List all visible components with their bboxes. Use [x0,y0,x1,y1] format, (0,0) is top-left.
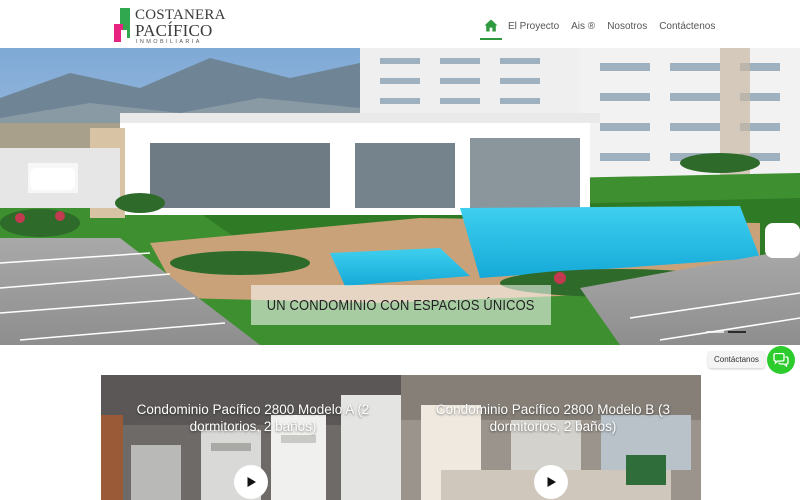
chat-button[interactable] [767,346,795,374]
nav-item-nosotros[interactable]: Nosotros [607,21,647,32]
chat-bubbles-icon [773,353,789,367]
logo-line-3: INMOBILIARIA [136,39,202,45]
page: COSTANERA PACÍFICO INMOBILIARIA El Proye… [0,0,800,500]
video-card-modelo-a[interactable]: Condominio Pacífico 2800 Modelo A (2 dor… [101,375,401,500]
play-button-b[interactable] [534,465,568,499]
slider-dots [706,331,746,333]
home-icon [484,19,498,32]
nav-item-ais[interactable]: Ais ® [571,21,595,32]
video-gallery: Condominio Pacífico 2800 Modelo A (2 dor… [101,375,701,500]
hero-caption: UN CONDOMINIO CON ESPACIOS ÚNICOS [251,285,551,325]
nav-item-el-proyecto[interactable]: El Proyecto [508,21,559,32]
slider-dot-1[interactable] [706,331,724,333]
play-icon [547,477,556,487]
hero-caption-text: UN CONDOMINIO CON ESPACIOS ÚNICOS [267,296,535,314]
video-title-a: Condominio Pacífico 2800 Modelo A (2 dor… [136,402,370,434]
hero-slider[interactable]: UN CONDOMINIO CON ESPACIOS ÚNICOS [0,48,800,345]
video-card-modelo-b[interactable]: Condominio Pacífico 2800 Modelo B (3 dor… [401,375,701,500]
slider-dot-2[interactable] [728,331,746,333]
main-nav: El Proyecto Ais ® Nosotros Contáctenos [480,19,727,40]
logo-line-2: PACÍFICO [135,21,213,40]
play-button-a[interactable] [234,465,268,499]
logo-mark-icon [114,8,132,44]
chat-widget: Contáctanos [706,346,800,374]
nav-home[interactable] [480,19,502,40]
nav-item-contactenos[interactable]: Contáctenos [659,21,715,32]
play-icon [247,477,256,487]
site-header: COSTANERA PACÍFICO INMOBILIARIA El Proye… [0,0,800,48]
video-title-b: Condominio Pacífico 2800 Modelo B (3 dor… [435,402,671,434]
nav-active-indicator [480,38,502,40]
brand-logo[interactable]: COSTANERA PACÍFICO INMOBILIARIA [114,7,225,45]
chat-label[interactable]: Contáctanos [708,351,765,368]
